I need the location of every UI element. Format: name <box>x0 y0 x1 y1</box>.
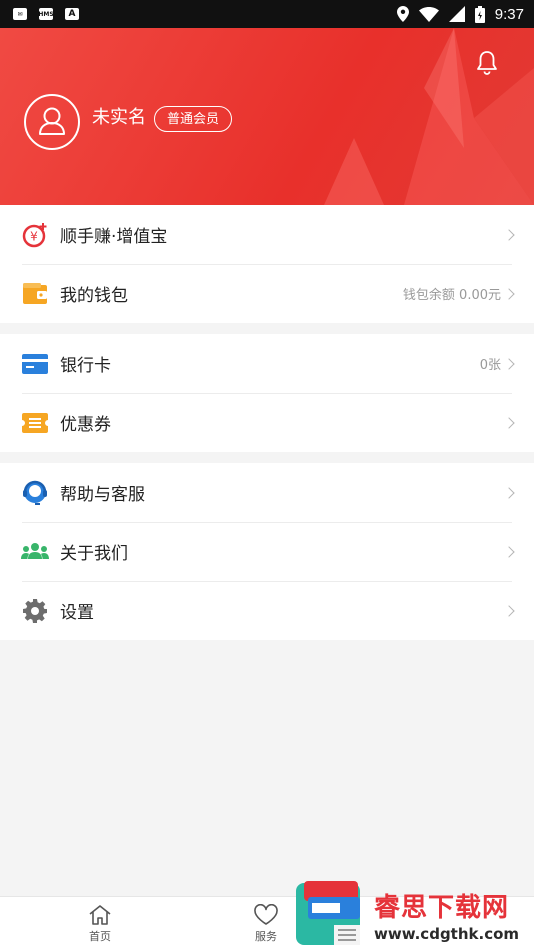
watermark-url: www.cdgthk.com <box>374 925 520 943</box>
yen-coin-icon: ¥ <box>21 221 49 249</box>
menu-group-finance: ¥ 顺手赚·增值宝 我的钱包 钱包余额 0.00元 <box>0 205 534 323</box>
status-bar: ✉ HMS A 9:37 <box>0 0 534 28</box>
tab-label: 首页 <box>89 930 111 943</box>
home-icon <box>89 905 111 925</box>
menu-item-about[interactable]: 关于我们 <box>0 522 534 581</box>
site-watermark: 睿思下载网 www.cdgthk.com <box>294 879 530 950</box>
mail-icon: ✉ <box>13 8 27 20</box>
menu-label: 顺手赚·增值宝 <box>60 227 168 247</box>
chevron-right-icon <box>503 604 515 617</box>
menu-item-zengzhibao[interactable]: ¥ 顺手赚·增值宝 <box>0 205 534 264</box>
menu-label: 银行卡 <box>60 356 111 376</box>
menu-item-bank-card[interactable]: 银行卡 0张 <box>0 334 534 393</box>
menu-label: 关于我们 <box>60 544 128 564</box>
coupon-icon <box>21 409 49 437</box>
member-level-badge[interactable]: 普通会员 <box>154 106 233 132</box>
menu-group-cards: 银行卡 0张 优惠券 <box>0 334 534 452</box>
location-icon <box>396 6 409 22</box>
gear-icon <box>21 597 49 625</box>
watermark-logo-icon <box>296 881 360 945</box>
wallet-balance: 钱包余额 0.00元 <box>402 288 501 303</box>
tab-home[interactable]: 首页 <box>60 897 140 951</box>
menu-item-wallet[interactable]: 我的钱包 钱包余额 0.00元 <box>0 264 534 323</box>
signal-icon <box>448 6 465 22</box>
menu-label: 我的钱包 <box>60 286 128 306</box>
menu-item-settings[interactable]: 设置 <box>0 581 534 640</box>
a-icon: A <box>65 8 79 20</box>
chevron-right-icon <box>503 416 515 429</box>
notification-bell-icon[interactable] <box>476 50 498 76</box>
profile-header: 未实名 普通会员 <box>0 28 534 205</box>
menu-item-coupon[interactable]: 优惠券 <box>0 393 534 452</box>
menu-item-help[interactable]: 帮助与客服 <box>0 463 534 522</box>
wallet-icon <box>21 280 49 308</box>
about-us-icon <box>21 538 49 566</box>
wifi-icon <box>418 6 439 22</box>
bank-card-count: 0张 <box>479 358 501 373</box>
bank-card-icon <box>21 350 49 378</box>
chevron-right-icon <box>503 228 515 241</box>
username[interactable]: 未实名 <box>92 103 146 129</box>
menu-group-support: 帮助与客服 关于我们 设置 <box>0 463 534 640</box>
chevron-right-icon <box>503 486 515 499</box>
chevron-right-icon <box>503 357 515 370</box>
status-time: 9:37 <box>494 5 524 23</box>
menu-label: 帮助与客服 <box>60 485 145 505</box>
avatar[interactable] <box>24 94 80 150</box>
user-icon <box>39 107 65 135</box>
menu-label: 优惠券 <box>60 415 111 435</box>
hms-icon: HMS <box>38 8 54 20</box>
customer-service-icon <box>21 479 49 507</box>
svg-text:¥: ¥ <box>30 229 38 243</box>
header-decoration <box>324 28 534 205</box>
heart-icon <box>254 904 278 925</box>
chevron-right-icon <box>503 287 515 300</box>
tab-label: 服务 <box>255 930 277 943</box>
chevron-right-icon <box>503 545 515 558</box>
watermark-brand: 睿思下载网 <box>374 893 510 923</box>
menu-label: 设置 <box>60 603 94 623</box>
battery-icon <box>474 5 485 23</box>
